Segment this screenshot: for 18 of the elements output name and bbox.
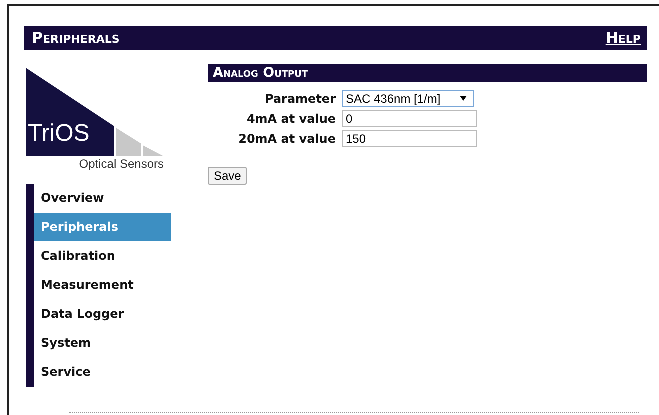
save-button[interactable]: Save	[208, 167, 248, 185]
field-label: 4mA at value	[246, 112, 336, 126]
nav-item[interactable]: System	[34, 329, 171, 358]
caret-icon	[460, 96, 467, 101]
nav-item[interactable]: Peripherals	[34, 213, 171, 242]
input-field[interactable]: 150	[342, 130, 477, 147]
field-label: 20mA at value	[238, 132, 336, 146]
input-field[interactable]: 0	[342, 110, 477, 127]
nav-item[interactable]: Data Logger	[34, 300, 171, 329]
parameter-dropdown[interactable]: SAC 436nm [1/m]	[342, 90, 474, 107]
nav-item[interactable]: Calibration	[34, 242, 171, 271]
nav-item[interactable]: Service	[34, 358, 171, 387]
help-link[interactable]: Help	[606, 29, 641, 47]
section-title: Analog Output	[213, 65, 308, 81]
nav-item[interactable]: Measurement	[34, 271, 171, 300]
logo-drawing: TriOS Optical Sensors	[26, 68, 163, 171]
field-label: Parameter	[264, 92, 336, 106]
page-title: Peripherals	[32, 29, 120, 47]
